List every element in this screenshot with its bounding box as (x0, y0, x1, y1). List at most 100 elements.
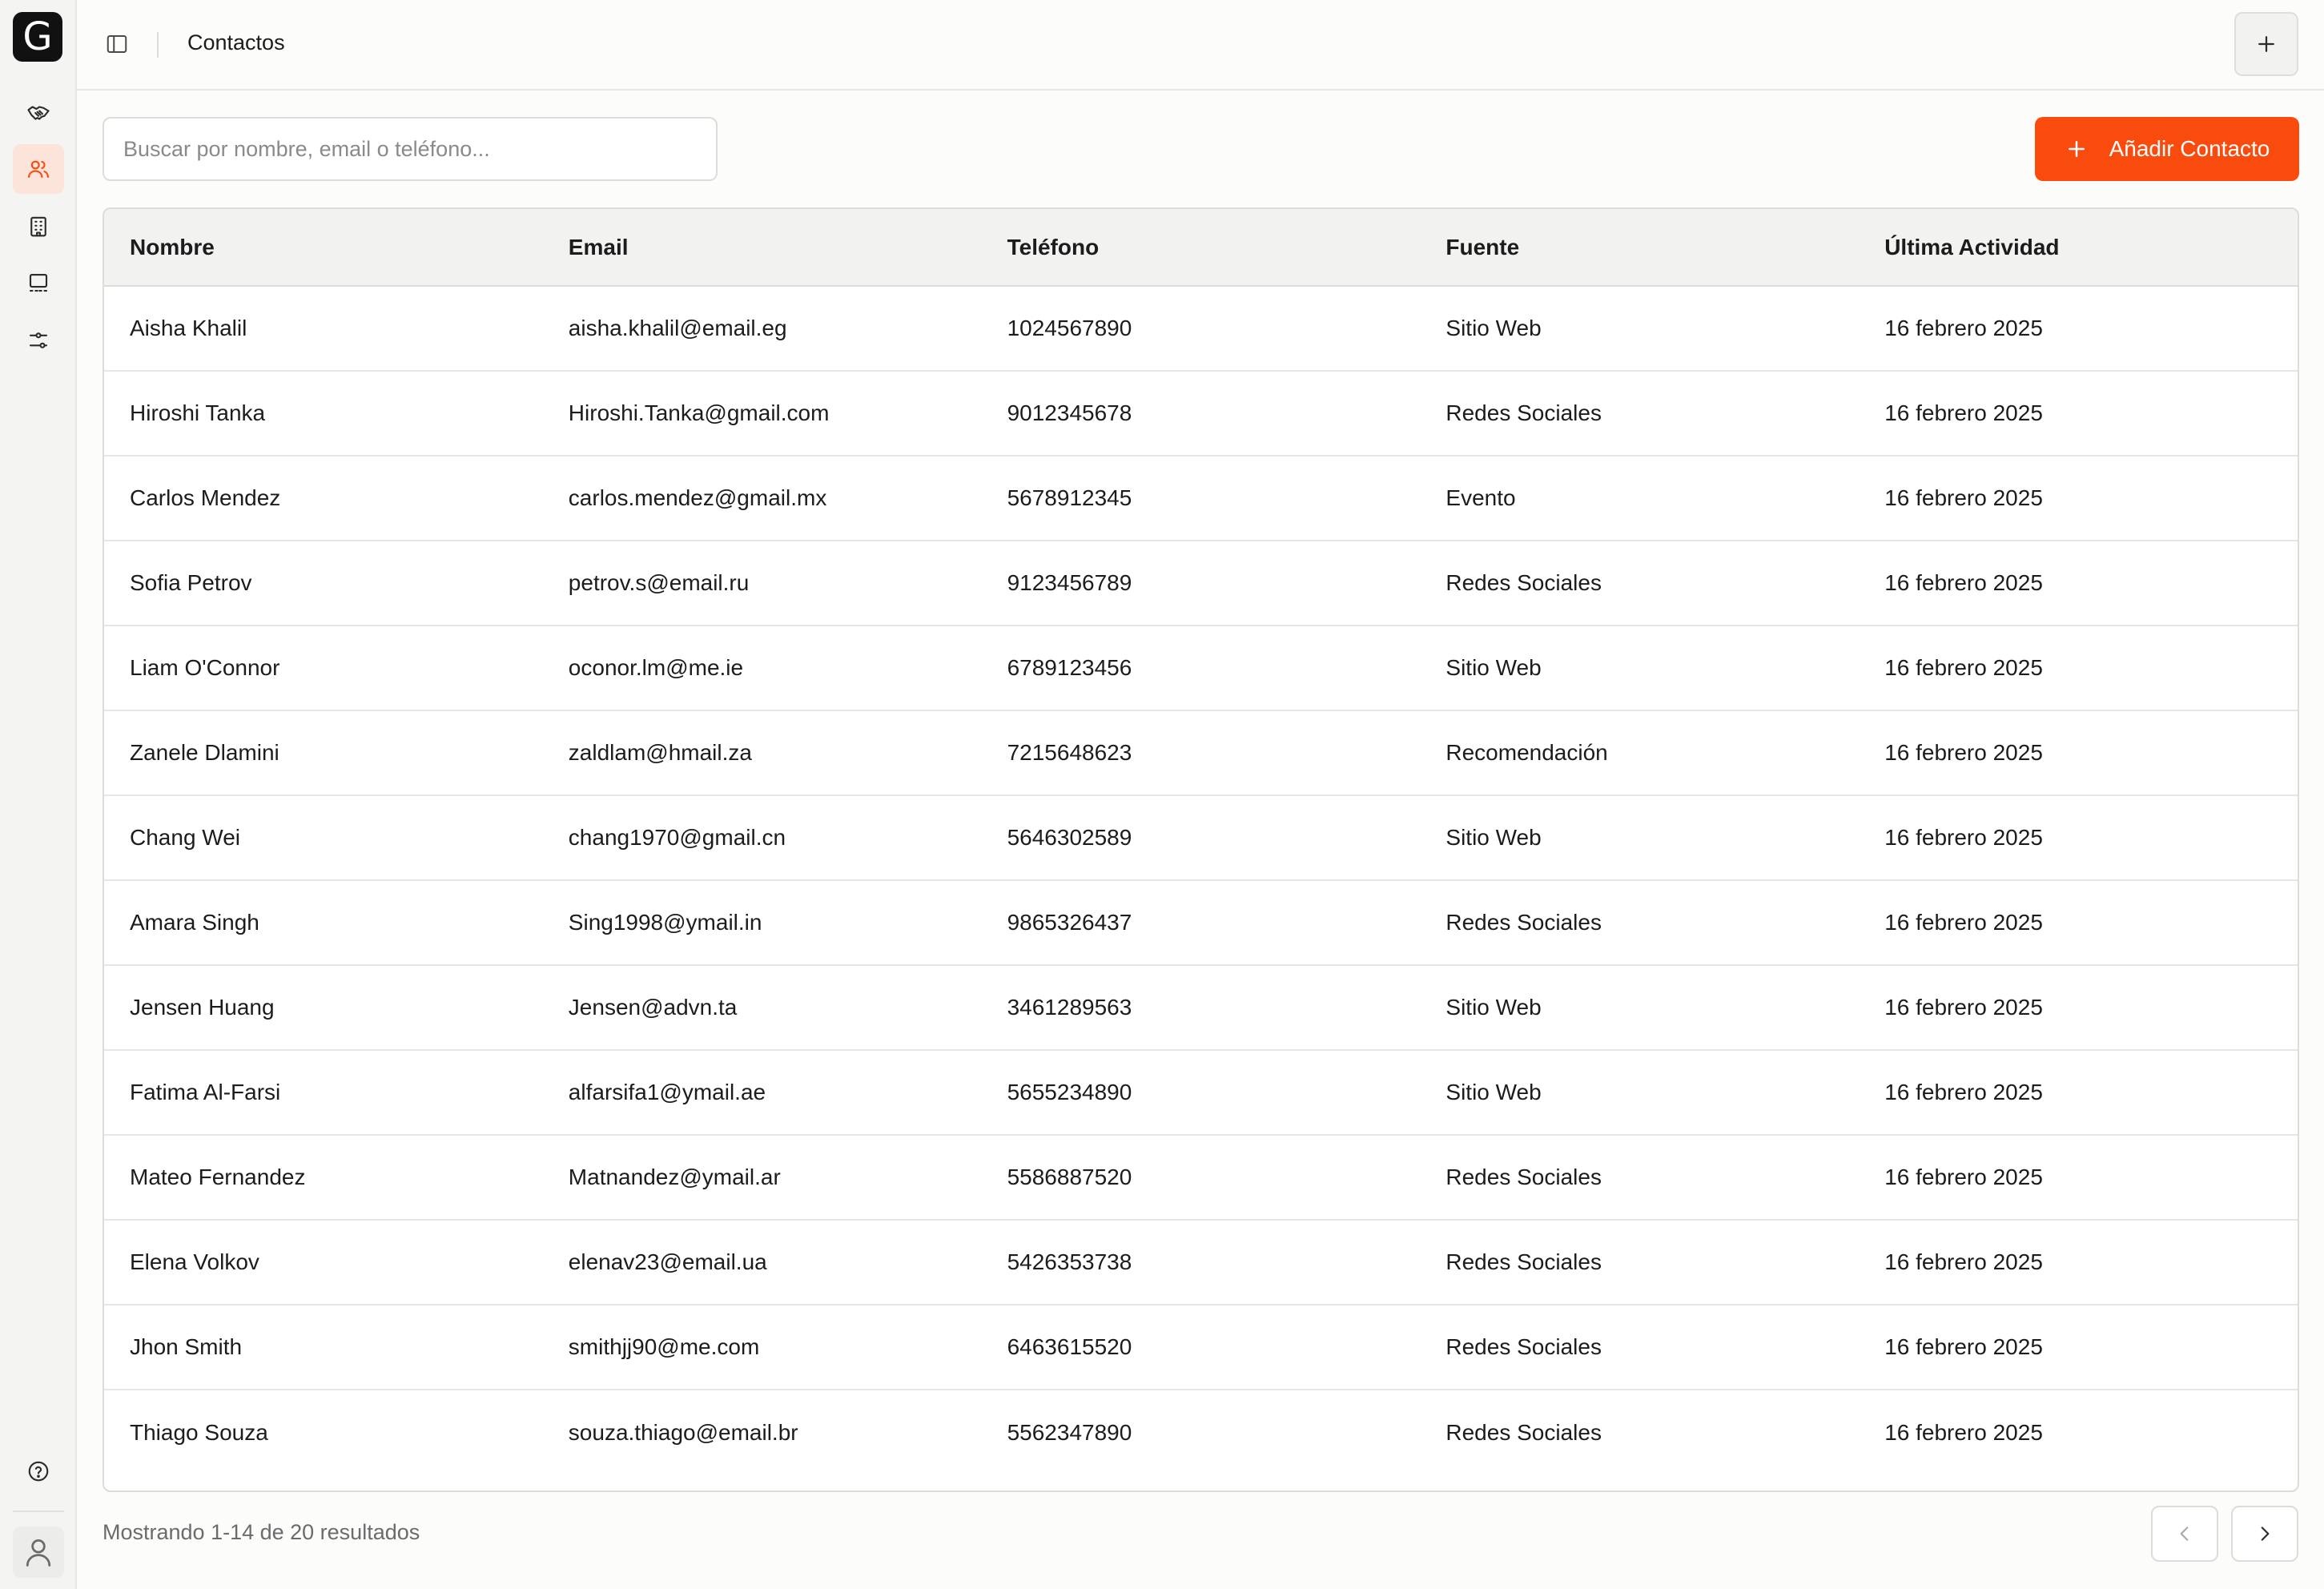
header-divider (157, 32, 159, 58)
table-row[interactable]: Liam O'Connor oconor.lm@me.ie 6789123456 Si… (104, 625, 2298, 710)
user-avatar[interactable] (13, 1527, 64, 1578)
table-row[interactable]: Chang Wei chang1970@gmail.cn 5646302589 Sit… (104, 794, 2298, 880)
column-header-phone[interactable]: Teléfono (981, 209, 1421, 287)
cell-email: Hiroshi.Tanka@gmail.com (542, 370, 982, 456)
column-header-name[interactable]: Nombre (104, 209, 543, 287)
cell-name: Carlos Mendez (104, 455, 543, 541)
cell-phone: 5646302589 (981, 794, 1421, 880)
table-body: Aisha Khalil aisha.khalil@email.eg 1024567… (104, 286, 2298, 1474)
results-count: Mostrando 1-14 de 20 resultados (103, 1520, 420, 1544)
table-row[interactable]: Amara Singh Sing1998@ymail.in 9865326437 Re… (104, 879, 2298, 965)
table-row[interactable]: Jhon Smith smithjj90@me.com 6463615520 Rede… (104, 1304, 2298, 1390)
cell-source: Redes Sociales (1420, 1219, 1860, 1305)
users-icon (28, 160, 49, 179)
table-row[interactable]: Zanele Dlamini zaldlam@hmail.za 7215648623… (104, 710, 2298, 795)
cell-email: zaldlam@hmail.za (542, 710, 982, 795)
cell-email: smithjj90@me.com (542, 1304, 982, 1390)
plus-icon (2258, 36, 2274, 52)
table-row[interactable]: Elena Volkov elenav23@email.ua 5426353738 R… (104, 1219, 2298, 1305)
cell-source: Redes Sociales (1420, 879, 1860, 965)
cell-email: petrov.s@email.ru (542, 540, 982, 626)
cell-source: Sitio Web (1420, 625, 1860, 710)
cell-phone: 6463615520 (981, 1304, 1421, 1390)
cell-last-activity: 16 febrero 2025 (1859, 710, 2298, 795)
cell-last-activity: 16 febrero 2025 (1859, 1134, 2298, 1220)
cell-source: Redes Sociales (1420, 540, 1860, 626)
cell-name: Sofia Petrov (104, 540, 543, 626)
column-header-email[interactable]: Email (542, 209, 982, 287)
presentation-icon (29, 273, 48, 292)
table-row[interactable]: Fatima Al-Farsi alfarsifa1@ymail.ae 565523… (104, 1049, 2298, 1135)
sidebar-item-settings[interactable] (13, 316, 64, 365)
table-row[interactable]: Carlos Mendez carlos.mendez@gmail.mx 56789… (104, 455, 2298, 541)
cell-source: Sitio Web (1420, 1049, 1860, 1135)
cell-source: Sitio Web (1445, 316, 1542, 340)
table-row[interactable]: Jensen Huang Jensen@advn.ta 3461289563 Siti… (104, 964, 2298, 1050)
cell-source: Sitio Web (1420, 794, 1860, 880)
cell-phone: 6789123456 (981, 625, 1421, 710)
cell-source: Evento (1420, 455, 1860, 541)
cell-last-activity: 16 febrero 2025 (1859, 370, 2298, 456)
cell-email: Jensen@advn.ta (542, 964, 982, 1050)
cell-name: Jhon Smith (104, 1304, 543, 1390)
sidebar-toggle-icon (107, 35, 127, 53)
cell-last-activity: 16 febrero 2025 (1859, 1219, 2298, 1305)
table-row[interactable]: Thiago Souza souza.thiago@email.br 5562347… (104, 1389, 2298, 1474)
cell-name: Elena Volkov (104, 1219, 543, 1305)
cell-phone: 5586887520 (981, 1134, 1421, 1220)
building-icon (30, 216, 46, 237)
cell-last-activity: 16 febrero 2025 (1859, 794, 2298, 880)
plus-icon (2068, 141, 2085, 157)
help-icon (28, 1461, 49, 1482)
cell-last-activity: 16 febrero 2025 (1859, 964, 2298, 1050)
cell-last-activity: 16 febrero 2025 (1859, 1049, 2298, 1135)
cell-name: Fatima Al-Farsi (104, 1049, 543, 1135)
table-row[interactable]: Mateo Fernandez Matnandez@ymail.ar 5586887… (104, 1134, 2298, 1220)
cell-source: Redes Sociales (1420, 1304, 1860, 1390)
sliders-icon (29, 332, 48, 348)
sidebar-item-contacts[interactable] (13, 144, 64, 194)
search-input[interactable] (103, 117, 718, 181)
cell-email: carlos.mendez@gmail.mx (542, 455, 982, 541)
cell-email: souza.thiago@email.br (542, 1389, 982, 1474)
cell-phone: 3461289563 (981, 964, 1421, 1050)
cell-phone: 5655234890 (981, 1049, 1421, 1135)
cell-last-activity: 16 febrero 2025 (1859, 625, 2298, 710)
cell-name: Thiago Souza (104, 1389, 543, 1474)
column-header-source[interactable]: Fuente (1420, 209, 1860, 287)
previous-page-button[interactable] (2151, 1506, 2218, 1562)
user-icon (26, 1539, 51, 1567)
cell-source: Redes Sociales (1420, 1389, 1860, 1474)
cell-email: aisha.khalil@email.eg (568, 316, 787, 340)
contacts-table: Nombre Email Teléfono Fuente Última Acti… (103, 207, 2299, 1492)
column-header-last-activity[interactable]: Última Actividad (1859, 209, 2298, 287)
table-header-row: Nombre Email Teléfono Fuente Última Acti… (104, 209, 2298, 287)
help-button[interactable] (13, 1446, 64, 1496)
cell-name: Zanele Dlamini (104, 710, 543, 795)
next-page-button[interactable] (2231, 1506, 2298, 1562)
app-logo[interactable]: G (13, 12, 62, 62)
cell-last-activity: 16 febrero 2025 (1859, 1389, 2298, 1474)
add-contact-button[interactable]: Añadir Contacto (2035, 117, 2299, 181)
table-row[interactable]: Aisha Khalil aisha.khalil@email.eg 1024567… (104, 286, 2298, 371)
add-contact-label: Añadir Contacto (2109, 136, 2270, 161)
cell-name: Liam O'Connor (104, 625, 543, 710)
toggle-sidebar-button[interactable] (103, 30, 131, 58)
header-add-button[interactable] (2234, 12, 2298, 76)
table-row[interactable]: Sofia Petrov petrov.s@email.ru 9123456789 R… (104, 540, 2298, 626)
cell-email: alfarsifa1@ymail.ae (542, 1049, 982, 1135)
cell-phone: 9012345678 (981, 370, 1421, 456)
cell-source: Sitio Web (1420, 964, 1860, 1050)
cell-email: Sing1998@ymail.in (542, 879, 982, 965)
sidebar-item-presentations[interactable] (13, 258, 64, 308)
cell-source: Redes Sociales (1420, 370, 1860, 456)
cell-phone: 5426353738 (981, 1219, 1421, 1305)
cell-email: oconor.lm@me.ie (542, 625, 982, 710)
cell-name: Mateo Fernandez (104, 1134, 543, 1220)
sidebar-item-deals[interactable] (13, 88, 64, 138)
cell-source: Recomendación (1420, 710, 1860, 795)
table-row[interactable]: Hiroshi Tanka Hiroshi.Tanka@gmail.com 9012… (104, 370, 2298, 456)
sidebar-item-companies[interactable] (13, 202, 64, 251)
cell-phone: 1024567890 (1007, 316, 1132, 340)
cell-phone: 9865326437 (981, 879, 1421, 965)
